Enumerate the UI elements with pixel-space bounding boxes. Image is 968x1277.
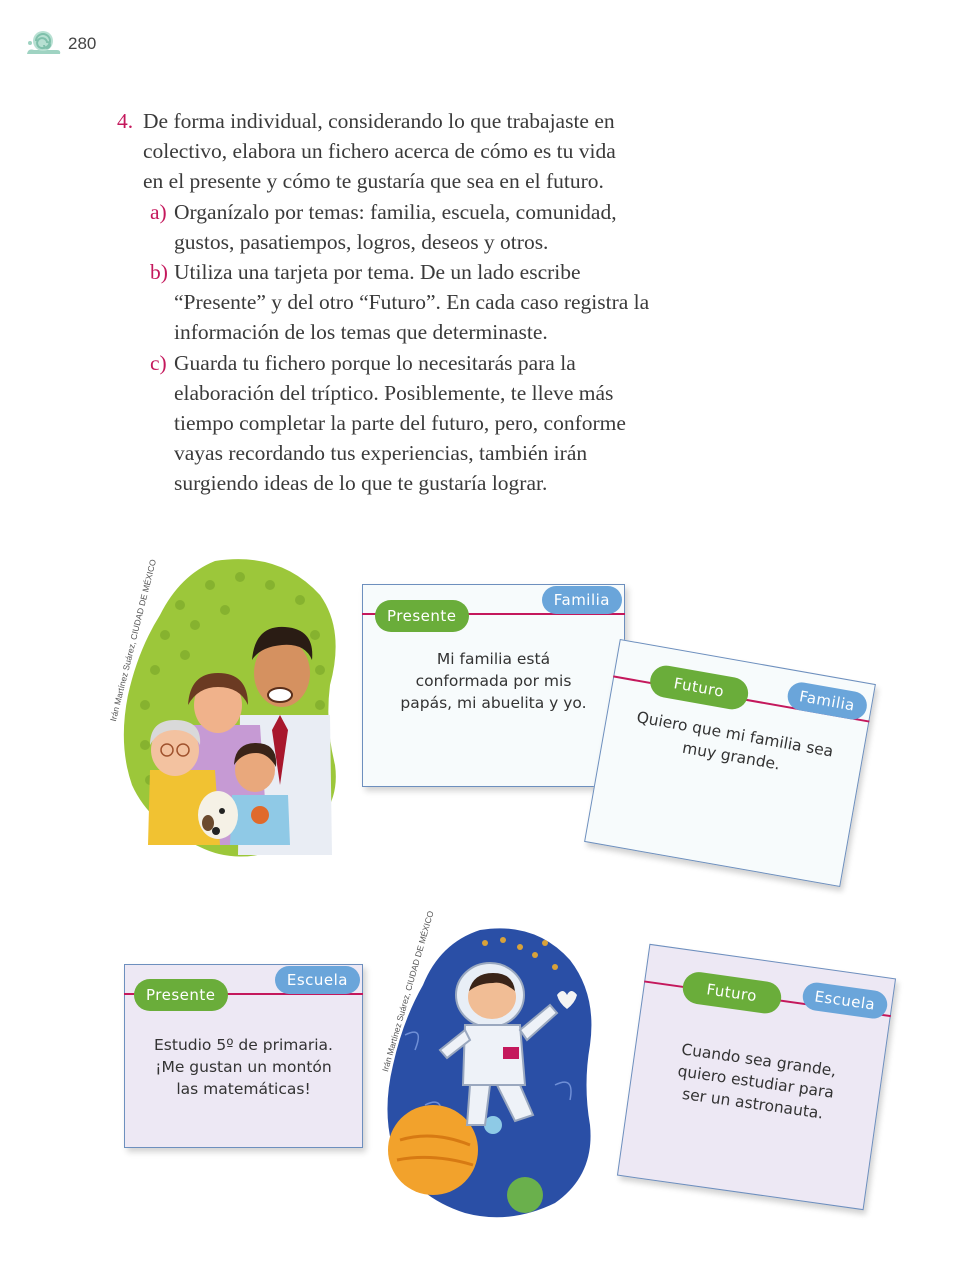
card-time-tab: Futuro xyxy=(647,663,751,712)
card-text: Estudio 5º de primaria. ¡Me gustan un mo… xyxy=(125,1034,362,1100)
page-header: 280 xyxy=(24,28,96,58)
task-number: 4. xyxy=(117,109,134,133)
item-letter: b) xyxy=(150,260,168,285)
item-line: información de los temas que determinast… xyxy=(174,320,548,345)
page-number: 280 xyxy=(68,34,97,53)
item-line: vayas recordando tus experiencias, tambi… xyxy=(174,441,588,466)
task-intro: 4. De forma individual, considerando lo … xyxy=(117,106,657,197)
card-topic-tab: Escuela xyxy=(274,966,360,994)
card-escuela-presente: Escuela Presente Estudio 5º de primaria.… xyxy=(124,964,363,1148)
card-familia-futuro: Familia Futuro Quiero que mi familia sea… xyxy=(584,638,876,888)
card-topic-tab: Familia xyxy=(541,586,622,614)
card-line: papás, mi abuelita y yo. xyxy=(400,694,587,712)
item-line: gustos, pasatiempos, logros, deseos y ot… xyxy=(174,229,549,254)
card-text: Cuando sea grande, quiero estudiar para … xyxy=(629,1032,883,1132)
item-line: Guarda tu fichero porque lo necesitarás … xyxy=(174,350,576,375)
card-line: Mi familia está xyxy=(436,650,551,668)
family-illustration xyxy=(123,559,336,857)
card-text: Mi familia está conformada por mis papás… xyxy=(363,648,624,714)
item-line: elaboración del tríptico. Posiblemente, … xyxy=(174,380,614,405)
card-line: ¡Me gustan un montón xyxy=(155,1058,332,1076)
card-topic-tab: Escuela xyxy=(800,980,890,1021)
item-line: Organízalo por temas: familia, escuela, … xyxy=(174,199,617,224)
item-letter: a) xyxy=(150,199,167,224)
card-line: Estudio 5º de primaria. xyxy=(154,1036,333,1054)
card-line: las matemáticas! xyxy=(176,1080,311,1098)
task-line: colectivo, elabora un fichero acerca de … xyxy=(143,139,616,164)
task-instructions: 4. De forma individual, considerando lo … xyxy=(117,106,657,499)
item-letter: c) xyxy=(150,350,167,375)
card-familia-presente: Familia Presente Mi familia está conform… xyxy=(362,584,625,787)
task-item-b: b) Utiliza una tarjeta por tema. De un l… xyxy=(117,257,657,348)
item-line: tiempo completar la parte del futuro, pe… xyxy=(174,411,626,436)
item-line: “Presente” y del otro “Futuro”. En cada … xyxy=(174,290,650,315)
task-item-c: c) Guarda tu fichero porque lo necesitar… xyxy=(117,348,657,499)
snail-icon xyxy=(27,31,61,54)
item-line: surgiendo ideas de lo que te gustaría lo… xyxy=(174,471,548,496)
card-time-tab: Presente xyxy=(375,600,469,632)
task-item-a: a) Organízalo por temas: familia, escuel… xyxy=(117,197,657,257)
card-time-tab: Futuro xyxy=(680,970,783,1016)
task-line: en el presente y cómo te gustaría que se… xyxy=(143,169,604,194)
card-line: conformada por mis xyxy=(415,672,572,690)
card-time-tab: Presente xyxy=(134,979,228,1011)
card-escuela-futuro: Escuela Futuro Cuando sea grande, quiero… xyxy=(616,943,897,1211)
card-topic-tab: Familia xyxy=(785,680,870,722)
task-line: De forma individual, considerando lo que… xyxy=(143,109,615,133)
item-line: Utiliza una tarjeta por tema. De un lado… xyxy=(174,260,581,285)
